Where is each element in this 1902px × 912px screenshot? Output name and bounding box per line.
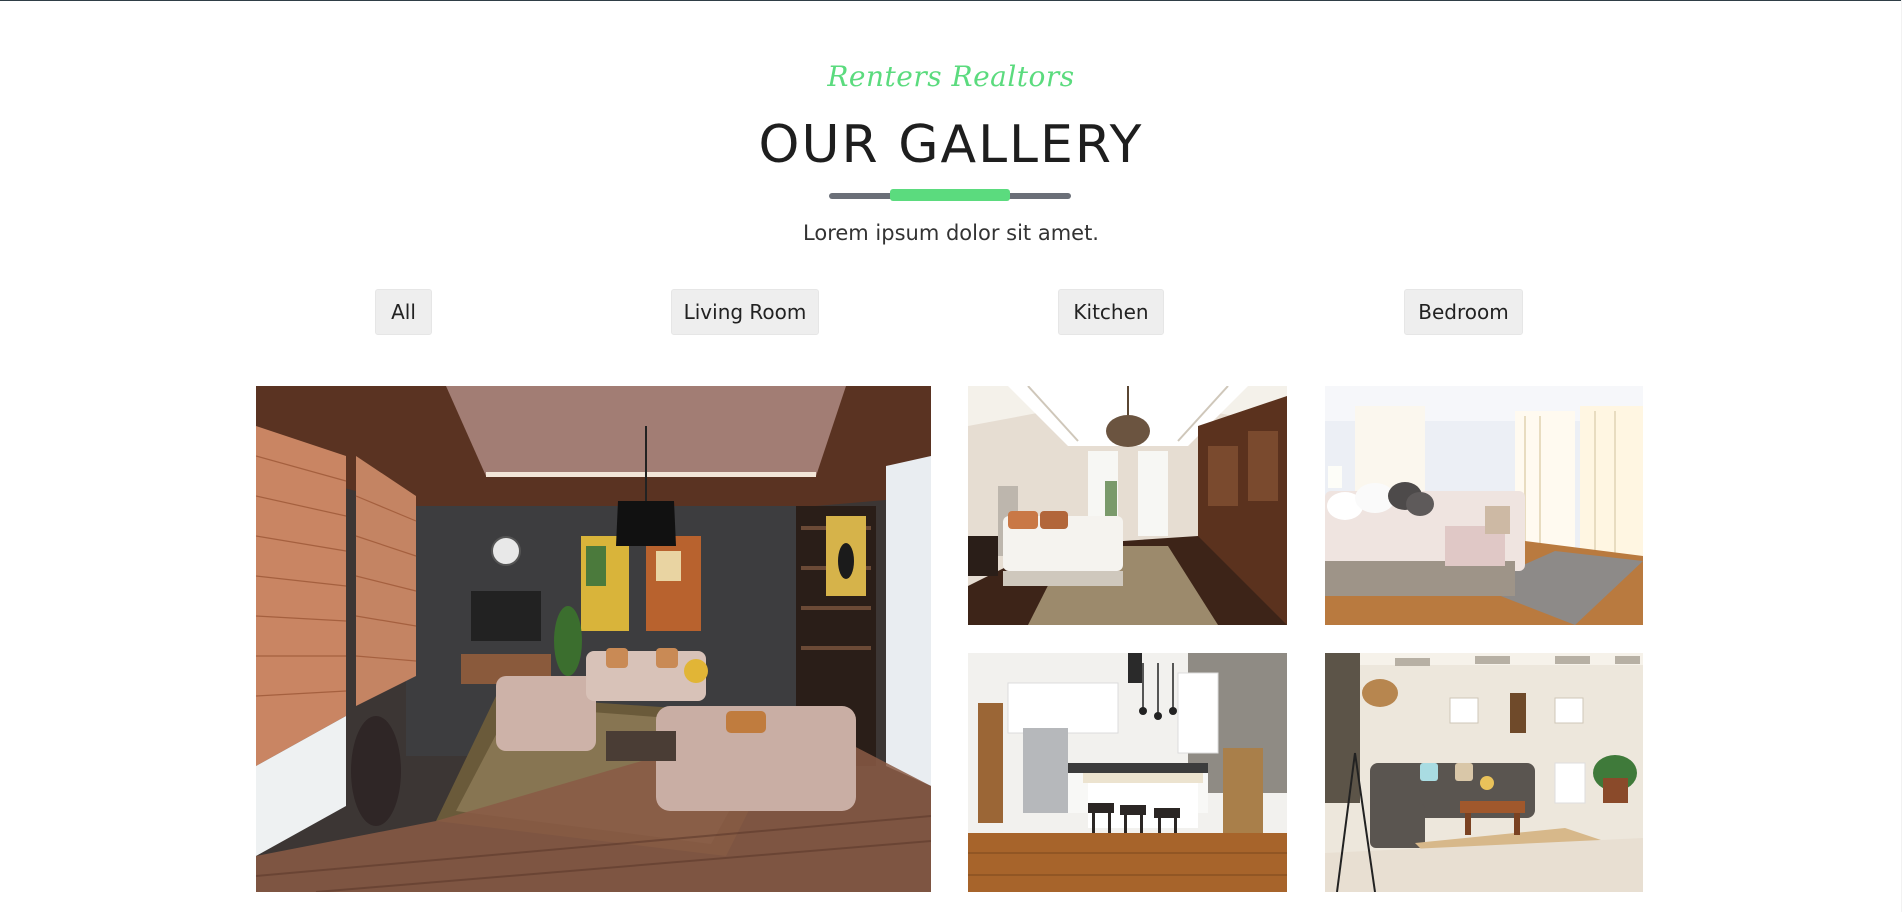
kitchen-image bbox=[968, 653, 1287, 892]
bright-bedroom-image bbox=[1325, 386, 1643, 625]
filter-kitchen-button[interactable]: Kitchen bbox=[1058, 289, 1164, 335]
gallery-photo-bedroom-chandelier[interactable] bbox=[968, 386, 1287, 625]
top-border-line bbox=[0, 0, 1902, 1]
gallery-photo-lounge[interactable] bbox=[1325, 653, 1643, 892]
bedroom-chandelier-image bbox=[968, 386, 1287, 625]
filter-bedroom-button[interactable]: Bedroom bbox=[1404, 289, 1523, 335]
lounge-image bbox=[1325, 653, 1643, 892]
section-title: OUR GALLERY bbox=[758, 115, 1144, 175]
filter-living-room-button[interactable]: Living Room bbox=[671, 289, 819, 335]
title-divider-accent bbox=[890, 189, 1010, 201]
living-room-image bbox=[256, 386, 931, 892]
brand-tagline: Renters Realtors bbox=[827, 60, 1075, 93]
gallery-photo-kitchen[interactable] bbox=[968, 653, 1287, 892]
gallery-photo-bright-bedroom[interactable] bbox=[1325, 386, 1643, 625]
gallery-photo-living-room[interactable] bbox=[256, 386, 931, 892]
filter-all-button[interactable]: All bbox=[375, 289, 432, 335]
section-subtitle: Lorem ipsum dolor sit amet. bbox=[803, 221, 1099, 245]
